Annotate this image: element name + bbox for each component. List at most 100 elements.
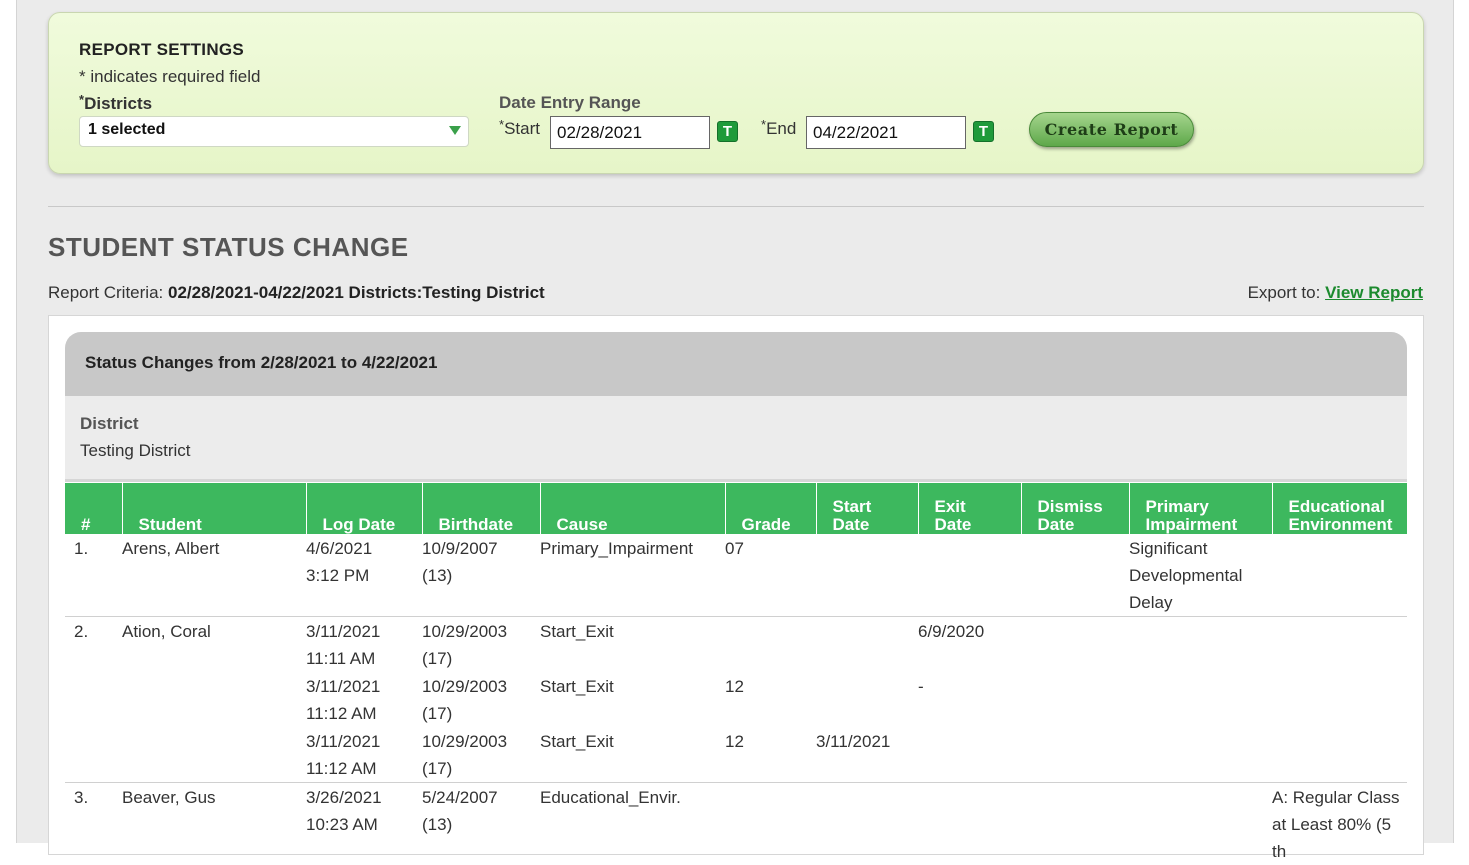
create-report-button[interactable]: Create Report: [1029, 112, 1194, 147]
cell-text: (13): [422, 815, 453, 834]
cell-text: 12: [725, 677, 744, 696]
criteria-value: 02/28/2021-04/22/2021 Districts:Testing …: [168, 283, 545, 302]
table-cell: [816, 617, 918, 673]
table-cell: [1272, 617, 1407, 673]
table-cell: Educational_Envir.: [540, 783, 725, 839]
cell-text: Arens, Albert: [122, 539, 220, 558]
col-header[interactable]: Dismiss Date: [1020, 483, 1129, 534]
start-label: *Start: [499, 117, 540, 138]
table-cell: 10/29/2003 (17): [422, 672, 540, 727]
col-header[interactable]: Primary Impairment: [1128, 483, 1272, 534]
table-cell: 3.: [65, 783, 122, 839]
district-box: District Testing District: [65, 396, 1407, 482]
cell-text: Significant Developmental Delay: [1129, 539, 1243, 612]
table-cell: [65, 672, 122, 727]
cell-text: 10/29/2003: [422, 732, 508, 751]
district-label: District: [80, 414, 139, 433]
cell-text: 10/29/2003: [422, 677, 508, 696]
table-cell: [1129, 617, 1272, 673]
table-cell: [1129, 783, 1272, 839]
col-header[interactable]: Educational Environment: [1271, 483, 1407, 534]
table-cell: [918, 727, 1021, 783]
cell-text: 6/9/2020: [918, 622, 985, 641]
status-change-table: # Student Log Date Birthdate Cause Grade…: [65, 483, 1407, 861]
table-cell: 3/26/2021 10:23 AM: [306, 783, 422, 839]
table-cell: Primary_Impairment: [540, 534, 725, 617]
page-title: STUDENT STATUS CHANGE: [48, 232, 409, 262]
cell-text: (13): [422, 566, 453, 585]
export-label: Export to:: [1247, 283, 1321, 302]
end-today-button[interactable]: T: [973, 121, 994, 142]
col-header[interactable]: Log Date: [305, 483, 422, 534]
cell-text: (17): [422, 704, 453, 723]
criteria-label: Report Criteria:: [48, 283, 164, 302]
table-cell: [725, 617, 816, 673]
table-cell: [816, 534, 918, 617]
page: REPORT SETTINGS * indicates required fie…: [16, 0, 1454, 861]
export-area: Export to: View Report: [1248, 283, 1423, 303]
table-cell: 3/11/2021 11:11 AM: [306, 617, 422, 673]
col-header[interactable]: Exit Date: [917, 483, 1021, 534]
cell-text: Start_Exit: [540, 622, 614, 641]
table-row: 3/11/2021 11:12 AM 10/29/2003 (17) Start_Exi…: [65, 672, 1407, 727]
chevron-down-icon: [449, 126, 461, 135]
table-cell: [725, 783, 816, 839]
col-header[interactable]: Grade: [724, 483, 816, 534]
cell-text: Beaver, Gus: [122, 788, 216, 807]
table-cell: [1021, 617, 1129, 673]
cell-text: -: [918, 677, 924, 696]
cell-text: Start_Exit: [540, 732, 614, 751]
col-header[interactable]: Start Date: [815, 483, 918, 534]
table-cell: [122, 672, 306, 727]
cell-text: 10:23 AM: [306, 815, 378, 834]
start-today-button[interactable]: T: [717, 121, 738, 142]
col-header[interactable]: Birthdate: [421, 483, 540, 534]
table-cell: [122, 727, 306, 783]
report-heading: Status Changes from 2/28/2021 to 4/22/20…: [65, 332, 1407, 396]
cell-text: 2.: [74, 622, 89, 641]
end-date-input[interactable]: [806, 116, 966, 149]
col-header[interactable]: Cause: [539, 483, 725, 534]
table-cell: 07: [725, 534, 816, 617]
districts-value: 1 selected: [88, 121, 166, 138]
table-cell: 10/29/2003 (17): [422, 727, 540, 783]
cell-text: 3/11/2021: [306, 677, 381, 696]
cell-text: 3/26/2021: [306, 788, 382, 807]
table-cell: A: Regular Class at Least 80% (5 th: [1272, 783, 1407, 861]
cell-text: Educational_Envir.: [540, 788, 681, 807]
table-cell: [1272, 534, 1407, 617]
cell-text: 10/9/2007: [422, 539, 498, 558]
table-cell: [918, 534, 1021, 617]
table-cell: 1.: [65, 534, 122, 617]
table-cell: [1021, 783, 1129, 839]
table-cell: 12: [725, 672, 816, 727]
date-range-label: Date Entry Range: [499, 93, 641, 112]
table-cell: Start_Exit: [540, 727, 725, 783]
table-row: 1. Arens, Albert 4/6/2021 3:12 PM 10/9/2007 (…: [65, 534, 1407, 617]
col-header[interactable]: #: [65, 483, 122, 534]
cell-text: Ation, Coral: [122, 622, 211, 641]
table-cell: 2.: [65, 617, 122, 673]
table-cell: 4/6/2021 3:12 PM: [306, 534, 422, 617]
cell-text: 5/24/2007: [422, 788, 498, 807]
view-report-link[interactable]: View Report: [1325, 283, 1423, 302]
table-header-row: # Student Log Date Birthdate Cause Grade…: [65, 483, 1407, 534]
cell-text: 4/6/2021: [306, 539, 373, 558]
district-value: Testing District: [80, 441, 191, 460]
table-cell: Ation, Coral: [122, 617, 306, 673]
table-cell: Beaver, Gus: [122, 783, 306, 839]
table-cell: Start_Exit: [540, 617, 725, 673]
table-cell: [1021, 672, 1129, 727]
cell-text: 3/11/2021: [816, 732, 891, 751]
cell-text: 3.: [74, 788, 89, 807]
table-row: 2. Ation, Coral 3/11/2021 11:11 AM 10/29/200…: [65, 617, 1407, 673]
districts-select[interactable]: 1 selected: [79, 116, 469, 147]
table-row: 3/11/2021 11:12 AM 10/29/2003 (17) Start_Exi…: [65, 727, 1407, 783]
cell-text: 07: [725, 539, 744, 558]
divider: [48, 206, 1424, 207]
cell-text: 10/29/2003: [422, 622, 508, 641]
start-date-input[interactable]: [550, 116, 710, 149]
table-cell: -: [918, 672, 1021, 727]
cell-text: Primary_Impairment: [540, 539, 694, 558]
col-header[interactable]: Student: [121, 483, 306, 534]
